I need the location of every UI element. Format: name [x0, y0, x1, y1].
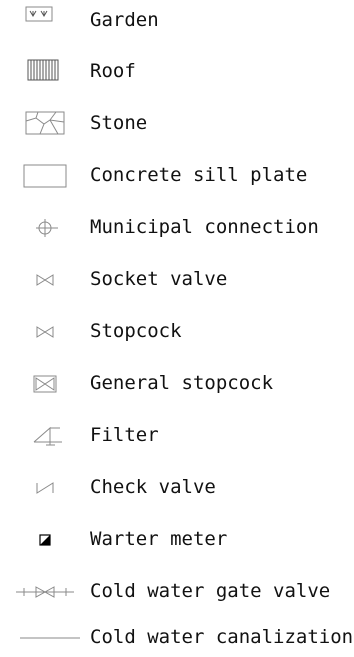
- filter-symbol-icon: [10, 415, 80, 455]
- legend-item-water-meter: Warter meter: [0, 519, 354, 559]
- stopcock-symbol-icon: [10, 311, 80, 351]
- legend-item-stone: Stone: [0, 103, 354, 143]
- roof-symbol-icon: [10, 51, 80, 91]
- legend-label: Filter: [90, 424, 159, 446]
- garden-symbol-icon: [10, 0, 80, 40]
- concrete-sill-plate-symbol-icon: [10, 155, 80, 195]
- legend: Garden Roof Stone Concrete sill plate Mu…: [0, 0, 354, 657]
- legend-item-garden: Garden: [0, 0, 354, 40]
- legend-label: Garden: [90, 9, 159, 31]
- municipal-connection-symbol-icon: [10, 207, 80, 247]
- legend-label: Cold water canalization: [90, 626, 354, 648]
- legend-item-municipal-connection: Municipal connection: [0, 207, 354, 247]
- cold-water-gate-valve-symbol-icon: [10, 571, 80, 611]
- legend-item-check-valve: Check valve: [0, 467, 354, 507]
- legend-item-stopcock: Stopcock: [0, 311, 354, 351]
- legend-label: Roof: [90, 60, 136, 82]
- legend-label: Cold water gate valve: [90, 580, 331, 602]
- legend-item-socket-valve: Socket valve: [0, 259, 354, 299]
- socket-valve-symbol-icon: [10, 259, 80, 299]
- cold-water-canalization-symbol-icon: [10, 617, 80, 657]
- legend-item-cold-water-canalization: Cold water canalization: [0, 617, 354, 657]
- stone-symbol-icon: [10, 103, 80, 143]
- general-stopcock-symbol-icon: [10, 363, 80, 403]
- legend-label: Concrete sill plate: [90, 164, 308, 186]
- legend-label: Municipal connection: [90, 216, 319, 238]
- legend-label: Warter meter: [90, 528, 228, 550]
- legend-item-concrete-sill-plate: Concrete sill plate: [0, 155, 354, 195]
- legend-item-filter: Filter: [0, 415, 354, 455]
- water-meter-symbol-icon: [10, 519, 80, 559]
- legend-label: Stopcock: [90, 320, 182, 342]
- legend-item-roof: Roof: [0, 51, 354, 91]
- legend-label: General stopcock: [90, 372, 274, 394]
- legend-label: Socket valve: [90, 268, 228, 290]
- legend-label: Check valve: [90, 476, 216, 498]
- legend-item-cold-water-gate-valve: Cold water gate valve: [0, 571, 354, 611]
- check-valve-symbol-icon: [10, 467, 80, 507]
- legend-label: Stone: [90, 112, 148, 134]
- legend-item-general-stopcock: General stopcock: [0, 363, 354, 403]
